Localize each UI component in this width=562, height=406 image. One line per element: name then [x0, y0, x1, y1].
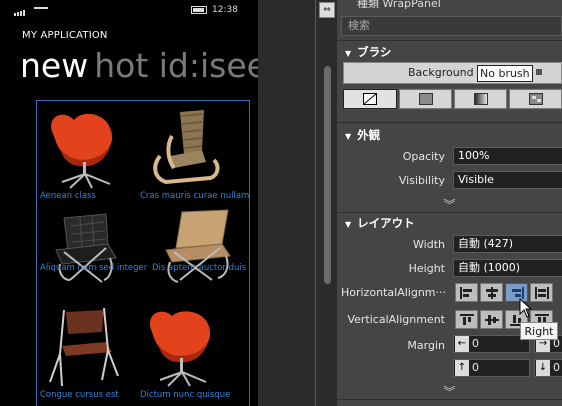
- arrow-down-icon: ↓: [536, 360, 550, 376]
- visibility-label: Visibility: [398, 174, 445, 187]
- item-caption: Aliquam nam sed integer: [40, 263, 148, 273]
- background-brush-row[interactable]: Background No brush: [343, 62, 562, 84]
- tile-brush-tab[interactable]: [509, 89, 562, 109]
- opacity-label: Opacity: [402, 150, 445, 163]
- pivot-header: new hot id:isee: [20, 44, 258, 88]
- search-placeholder: 検索: [348, 19, 370, 32]
- opacity-field[interactable]: 100%: [453, 147, 562, 165]
- expand-layout-chevron-icon[interactable]: ︾: [337, 383, 562, 400]
- horizontal-alignment-label: HorizontalAlignm···: [341, 286, 446, 299]
- mouse-cursor-icon: [519, 298, 533, 318]
- divider: [337, 40, 562, 41]
- tooltip: Right: [520, 322, 558, 340]
- background-value[interactable]: No brush: [477, 65, 533, 82]
- divider: [337, 212, 562, 213]
- wifi-icon: [34, 7, 48, 13]
- visibility-dropdown[interactable]: Visible: [453, 171, 562, 189]
- expand-panel-icon[interactable]: ⇔: [319, 2, 335, 18]
- divider: [337, 399, 562, 400]
- phone-emulator: 12:38 MY APPLICATION new hot id:isee Aene…: [0, 0, 258, 406]
- height-label: Height: [408, 262, 445, 275]
- phone-status-bar: 12:38: [0, 0, 258, 20]
- collapse-triangle-icon: ▼: [345, 49, 352, 58]
- margin-left-field[interactable]: ← 0: [453, 335, 530, 353]
- margin-label: Margin: [407, 339, 445, 352]
- solid-brush-tab[interactable]: [399, 89, 452, 109]
- properties-panel: 種類 WrapPanel 検索 ▼ ブラシ Background No brush…: [337, 0, 562, 406]
- align-left-icon[interactable]: [455, 283, 478, 302]
- property-search-input[interactable]: 検索: [341, 16, 562, 36]
- tan-leather-chair-image[interactable]: [152, 206, 244, 290]
- width-field[interactable]: 自動 (427): [453, 235, 562, 253]
- item-caption: Dis aptent auctor duis: [152, 263, 247, 273]
- gradient-brush-tab[interactable]: [454, 89, 507, 109]
- item-caption: Aenean class: [40, 191, 96, 201]
- status-time: 12:38: [212, 5, 238, 15]
- margin-bottom-field[interactable]: ↓ 0: [534, 359, 562, 377]
- wooden-lounge-chair-image[interactable]: [140, 106, 232, 190]
- align-stretch-icon[interactable]: [530, 283, 553, 302]
- height-field[interactable]: 自動 (1000): [453, 259, 562, 277]
- margin-top-field[interactable]: ↑ 0: [453, 359, 530, 377]
- type-label: 種類 WrapPanel: [357, 0, 441, 10]
- signal-icon: [14, 0, 28, 20]
- background-label: Background: [408, 66, 474, 79]
- collapse-triangle-icon: ▼: [345, 132, 352, 141]
- vertical-alignment-label: VerticalAlignment: [347, 313, 445, 326]
- app-title: MY APPLICATION: [22, 30, 108, 41]
- arrow-up-icon: ↑: [455, 360, 469, 376]
- layout-section-header[interactable]: ▼ レイアウト: [337, 215, 562, 233]
- vertical-scrollbar-thumb[interactable]: [324, 66, 331, 284]
- align-top-icon[interactable]: [455, 310, 478, 329]
- advanced-options-icon[interactable]: [536, 69, 542, 75]
- divider: [337, 122, 562, 123]
- no-brush-tab[interactable]: [343, 89, 397, 109]
- brush-section-header[interactable]: ▼ ブラシ: [337, 44, 562, 62]
- collapse-triangle-icon: ▼: [345, 220, 352, 229]
- arrow-left-icon: ←: [455, 336, 469, 352]
- pivot-item-new[interactable]: new: [20, 46, 88, 85]
- align-center-icon[interactable]: [480, 283, 503, 302]
- expand-advanced-chevron-icon[interactable]: ︾: [337, 196, 562, 213]
- item-caption: Cras mauris curae nullam: [140, 191, 250, 201]
- red-swan-chair-image[interactable]: [40, 106, 132, 190]
- item-caption: Congue cursus est: [40, 390, 119, 400]
- splitter-line: [315, 0, 316, 406]
- width-label: Width: [413, 238, 445, 251]
- brush-type-tabs: [343, 88, 562, 110]
- align-middle-icon[interactable]: [480, 310, 503, 329]
- item-caption: Dictum nunc quisque: [140, 390, 231, 400]
- red-swan-chair-image[interactable]: [140, 306, 232, 390]
- pivot-item-hot[interactable]: hot id:isee: [94, 46, 258, 85]
- black-leather-chair-image[interactable]: [40, 206, 132, 290]
- designer-splitter: [258, 0, 318, 406]
- brown-tube-chair-image[interactable]: [40, 306, 132, 390]
- battery-icon: [191, 6, 207, 14]
- appearance-section-header[interactable]: ▼ 外観: [337, 127, 562, 145]
